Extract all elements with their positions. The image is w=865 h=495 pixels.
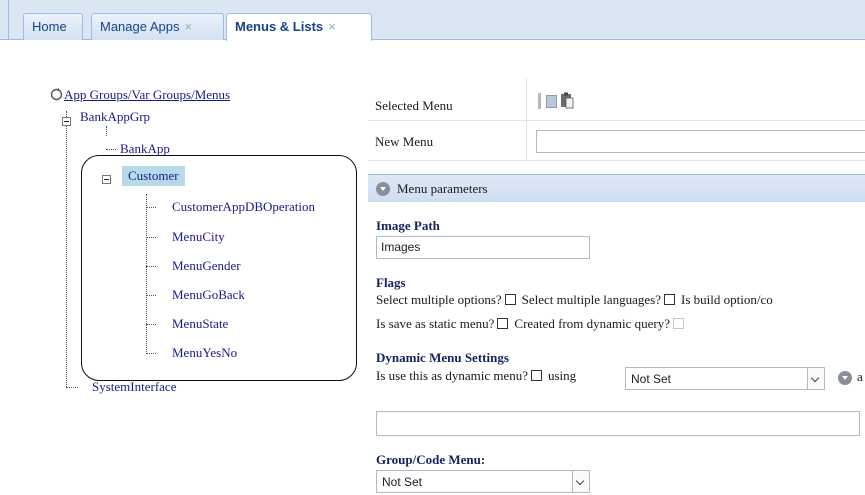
flags-row-2: Is save as static menu? Created from dyna… [376, 316, 690, 332]
dynamic-query-select[interactable]: Not Set [625, 367, 825, 390]
flags-row-1: Select multiple options? Select multiple … [376, 292, 773, 308]
tree-node-label: BankAppGrp [80, 109, 151, 124]
flag-select-multiple-languages-checkbox[interactable] [664, 294, 675, 305]
collapse-arrow-icon[interactable] [376, 182, 390, 196]
dynamic-trailing-text: a [857, 369, 863, 384]
tab-manage-apps[interactable]: Manage Apps × [91, 13, 224, 40]
tab-menus-lists[interactable]: Menus & Lists × [226, 13, 372, 41]
new-menu-label: New Menu [375, 134, 434, 149]
toolbar-separator [538, 93, 541, 109]
flag-select-multiple-options-checkbox[interactable] [504, 294, 516, 305]
tab-menus-lists-label: Menus & Lists [235, 19, 324, 34]
dynamic-using-label: using [548, 368, 577, 383]
tab-bar-edge [8, 0, 9, 40]
menu-parameters-title: Menu parameters [397, 181, 488, 196]
selected-menu-label: Selected Menu [375, 98, 453, 113]
group-code-menu-label: Group/Code Menu: [376, 452, 486, 467]
tree-line [66, 111, 67, 387]
flag-select-multiple-options-label: Select multiple options? [376, 292, 502, 307]
flag-select-multiple-languages-label: Select multiple languages? [521, 292, 661, 307]
tree-root-label: App Groups/Var Groups/Menus [64, 87, 231, 102]
tab-home-label: Home [32, 19, 67, 34]
page-icon[interactable] [546, 95, 557, 108]
selected-menu-row: Selected Menu [368, 84, 865, 121]
menu-parameters-header[interactable]: Menu parameters [368, 174, 865, 202]
dynamic-use-label: Is use this as dynamic menu? [376, 368, 528, 383]
chevron-down-icon[interactable] [572, 471, 589, 492]
tree-root-link[interactable]: App Groups/Var Groups/Menus [50, 87, 230, 103]
flag-created-dynamic-checkbox [672, 318, 684, 329]
dynamic-options-icon[interactable] [838, 371, 852, 385]
tab-menus-lists-close-icon[interactable]: × [328, 19, 336, 34]
tree-node-label: SystemInterface [92, 379, 177, 394]
tab-manage-apps-close-icon[interactable]: × [185, 19, 193, 34]
tab-home[interactable]: Home [23, 13, 83, 40]
chevron-down-icon[interactable] [807, 368, 824, 389]
group-code-menu-select-value: Not Set [382, 475, 423, 489]
collapse-toggle-bankappgrp[interactable] [62, 117, 71, 126]
image-path-input[interactable]: Images [376, 236, 590, 259]
tab-manage-apps-label: Manage Apps [100, 19, 180, 34]
column-divider [526, 78, 527, 160]
flags-label: Flags [376, 275, 406, 290]
dynamic-query-input[interactable] [376, 411, 860, 436]
tree-node-systeminterface[interactable]: SystemInterface [92, 379, 176, 395]
dynamic-use-row: Is use this as dynamic menu? using [376, 368, 576, 384]
flag-created-dynamic-label: Created from dynamic query? [514, 316, 670, 331]
tree-node-bankappgrp[interactable]: BankAppGrp [80, 109, 150, 125]
flag-save-static-checkbox[interactable] [497, 318, 509, 329]
dynamic-settings-label: Dynamic Menu Settings [376, 350, 509, 365]
tree-line [106, 126, 107, 136]
new-menu-input[interactable] [536, 130, 865, 153]
group-code-menu-select[interactable]: Not Set [376, 470, 590, 493]
menu-tree: App Groups/Var Groups/Menus BankAppGrp B… [0, 40, 365, 495]
highlight-outline [81, 155, 357, 381]
refresh-icon[interactable] [50, 88, 63, 101]
image-path-label: Image Path [376, 218, 440, 233]
flag-is-build-option-label: Is build option/co [681, 292, 773, 307]
tree-line [106, 149, 116, 150]
menu-editor-panel: Selected Menu New Menu Menu parameters I… [368, 78, 865, 495]
paste-icon[interactable] [560, 92, 574, 109]
flag-save-static-label: Is save as static menu? [376, 316, 495, 331]
tree-line [66, 387, 78, 388]
dynamic-query-select-value: Not Set [631, 372, 672, 386]
tab-bar: Home Manage Apps × Menus & Lists × [0, 0, 865, 41]
dynamic-use-checkbox[interactable] [531, 370, 542, 381]
